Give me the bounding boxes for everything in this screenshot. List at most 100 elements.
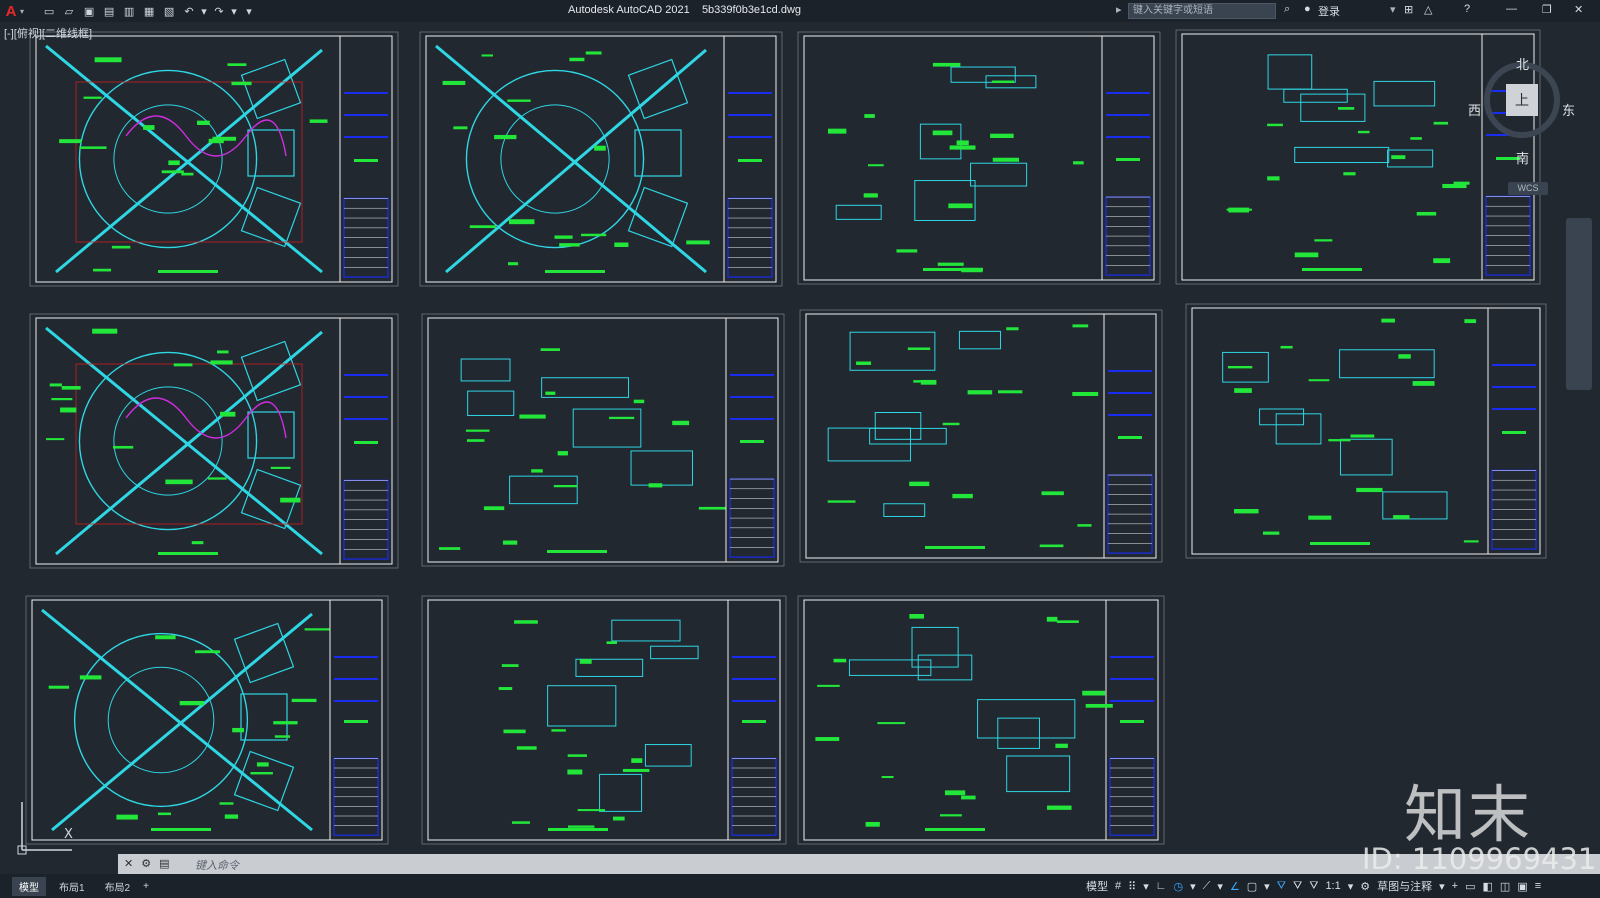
viewport-controls[interactable]: [-][俯视][二维线框]	[4, 25, 92, 41]
annotation-label	[939, 814, 962, 817]
login-dropdown-icon[interactable]: ▾	[1390, 3, 1396, 16]
minimize-button[interactable]: —	[1506, 3, 1517, 15]
object-snap-icon[interactable]: ▢	[1247, 880, 1257, 893]
search-input[interactable]: 键入关键字或短语	[1128, 3, 1276, 19]
close-button[interactable]: ✕	[1574, 3, 1583, 16]
isodraft-icon[interactable]: ⟋	[1203, 880, 1211, 893]
quick-properties-icon[interactable]: ◧	[1483, 880, 1493, 893]
drawing-canvas[interactable]	[0, 22, 1600, 874]
workspace-dropdown-icon[interactable]: ▾	[1439, 880, 1445, 893]
compass-north[interactable]: 北	[1516, 54, 1529, 73]
path-line	[41, 608, 313, 832]
plaza-inner-ring	[113, 386, 223, 496]
annotation-visibility-icon[interactable]: ⛛	[1277, 880, 1286, 893]
sheet-caption	[547, 550, 607, 553]
polar-icon[interactable]: ◷	[1174, 880, 1184, 893]
search-expand-icon[interactable]: ▸	[1116, 3, 1122, 16]
redo-dropdown-icon[interactable]: ▾	[230, 3, 238, 19]
annotation-label	[833, 658, 847, 663]
title-block-bar	[334, 678, 378, 680]
plot-icon[interactable]: ▥	[120, 3, 138, 19]
title-block-bar	[1108, 370, 1152, 372]
annotation-scale-dropdown-icon[interactable]: ▾	[1348, 880, 1354, 893]
undo-dropdown-icon[interactable]: ▾	[200, 3, 208, 19]
redo-icon[interactable]: ↷	[210, 3, 228, 19]
help-icon[interactable]: ?	[1464, 3, 1470, 15]
auto-scale-icon[interactable]: ⛛	[1293, 880, 1302, 893]
navigation-bar[interactable]	[1566, 218, 1592, 390]
title-block-bar	[344, 136, 388, 138]
annotation-label	[1356, 487, 1383, 493]
object-snap-tracking-icon[interactable]: ∠	[1230, 880, 1240, 893]
annotation-label	[551, 729, 566, 732]
annotation-scale-value[interactable]: 1:1	[1325, 880, 1340, 892]
command-history-icon[interactable]: ▤	[159, 857, 169, 870]
workspace-gear-icon[interactable]: ⚙	[1360, 880, 1370, 893]
undo-icon[interactable]: ↶	[180, 3, 198, 19]
ucs-icon: Y X	[17, 798, 73, 855]
annotation-label	[79, 146, 107, 149]
ortho-icon[interactable]: ∟	[1156, 880, 1167, 892]
annotation-monitor-icon[interactable]: +	[1452, 880, 1458, 892]
command-close-icon[interactable]: ✕	[124, 857, 133, 870]
isodraft-dropdown-icon[interactable]: ▾	[1217, 880, 1223, 893]
autodesk-a360-icon[interactable]: △	[1424, 3, 1432, 16]
title-block-bar	[728, 114, 772, 116]
quick-access-toolbar: ▭ ▱ ▣ ▤ ▥ ▦ ▧ ↶ ▾ ↷ ▾ ▾	[40, 3, 258, 19]
app-menu-button[interactable]: A	[0, 0, 22, 22]
command-customize-icon[interactable]: ⚙	[141, 857, 151, 870]
layout-tab-1[interactable]: 布局1	[52, 877, 92, 896]
detail-section	[599, 773, 643, 812]
save-as-icon[interactable]: ▤	[100, 3, 118, 19]
annotation-label	[579, 659, 592, 664]
wcs-menu[interactable]: WCS	[1508, 182, 1548, 195]
polar-dropdown-icon[interactable]: ▾	[1190, 880, 1196, 893]
snap-icon[interactable]: ⠿	[1128, 880, 1136, 893]
annotation-label	[502, 540, 518, 545]
customization-menu-icon[interactable]: ≡	[1535, 880, 1541, 892]
workspace-switch[interactable]: 草图与注释	[1377, 878, 1432, 894]
new-icon[interactable]: ▭	[40, 3, 58, 19]
search-icon[interactable]: ⌕	[1284, 3, 1290, 16]
compass-east[interactable]: 东	[1562, 100, 1575, 119]
layout-tab-0[interactable]: 模型	[12, 876, 46, 896]
model-space-button[interactable]: 模型	[1086, 878, 1108, 894]
units-icon[interactable]: ▭	[1465, 880, 1475, 893]
annotation-label	[545, 391, 556, 395]
annotation-scale-icon[interactable]: ⛛	[1309, 880, 1318, 893]
title-block-bar	[1110, 656, 1154, 658]
command-input[interactable]: 键入命令	[195, 857, 239, 873]
grid-icon[interactable]: #	[1115, 880, 1121, 892]
compass-west[interactable]: 西	[1468, 100, 1481, 119]
annotation-label	[1350, 434, 1375, 438]
annotation-label	[280, 497, 301, 503]
layout-tab-2[interactable]: 布局2	[98, 877, 138, 896]
login-link[interactable]: 登录	[1318, 3, 1340, 19]
restore-button[interactable]: ❐	[1542, 3, 1552, 16]
compass-south[interactable]: 南	[1516, 148, 1529, 167]
annotation-label	[1055, 743, 1068, 748]
annotation-label	[227, 63, 247, 67]
annotation-label	[1464, 319, 1477, 324]
cart-icon[interactable]: ⊞	[1404, 3, 1413, 16]
snap-dropdown-icon[interactable]: ▾	[1143, 880, 1149, 893]
hardware-acceleration-icon[interactable]: ▣	[1517, 880, 1527, 893]
add-layout-button[interactable]: +	[137, 879, 155, 894]
viewcube[interactable]: 上 北 南 东 西	[1468, 54, 1575, 166]
open-icon[interactable]: ▱	[60, 3, 78, 19]
annotation-label	[498, 687, 513, 691]
save-icon[interactable]: ▣	[80, 3, 98, 19]
annotation-label	[631, 758, 643, 763]
annotation-label	[48, 685, 70, 689]
user-icon[interactable]: ●	[1304, 3, 1311, 15]
viewcube-top-face[interactable]: 上	[1506, 84, 1538, 116]
object-snap-dropdown-icon[interactable]: ▾	[1264, 880, 1270, 893]
annotation-label	[948, 203, 973, 209]
detail-section	[1259, 408, 1305, 426]
share-icon[interactable]: ▧	[160, 3, 178, 19]
app-menu-arrow-icon[interactable]: ▾	[20, 7, 24, 16]
isolate-objects-icon[interactable]: ◫	[1500, 880, 1510, 893]
customize-icon[interactable]: ▾	[240, 3, 258, 19]
print-preview-icon[interactable]: ▦	[140, 3, 158, 19]
annotation-label	[909, 481, 930, 487]
